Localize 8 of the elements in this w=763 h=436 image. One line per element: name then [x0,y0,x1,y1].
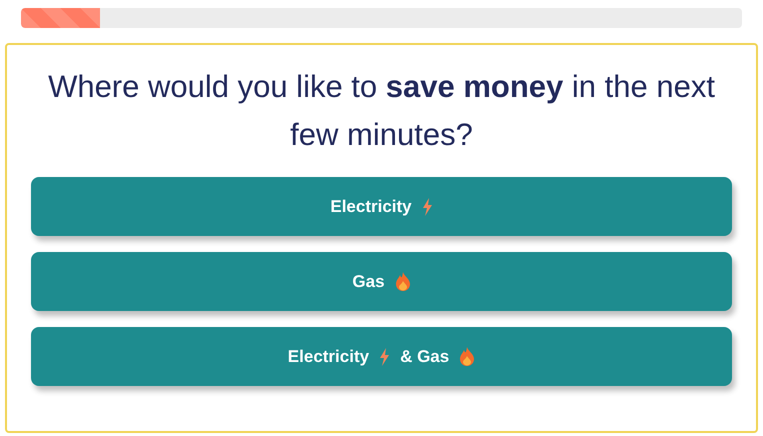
option-button[interactable]: Gas [31,252,732,311]
lightning-bolt-icon [379,348,390,366]
flame-icon [394,272,411,291]
option-button[interactable]: Electricity [31,177,732,236]
flame-icon [459,347,476,366]
question-heading: Where would you like to save money in the next few minutes? [47,68,716,154]
option-button[interactable]: Electricity & Gas [31,327,732,386]
lightning-bolt-icon [422,198,433,216]
